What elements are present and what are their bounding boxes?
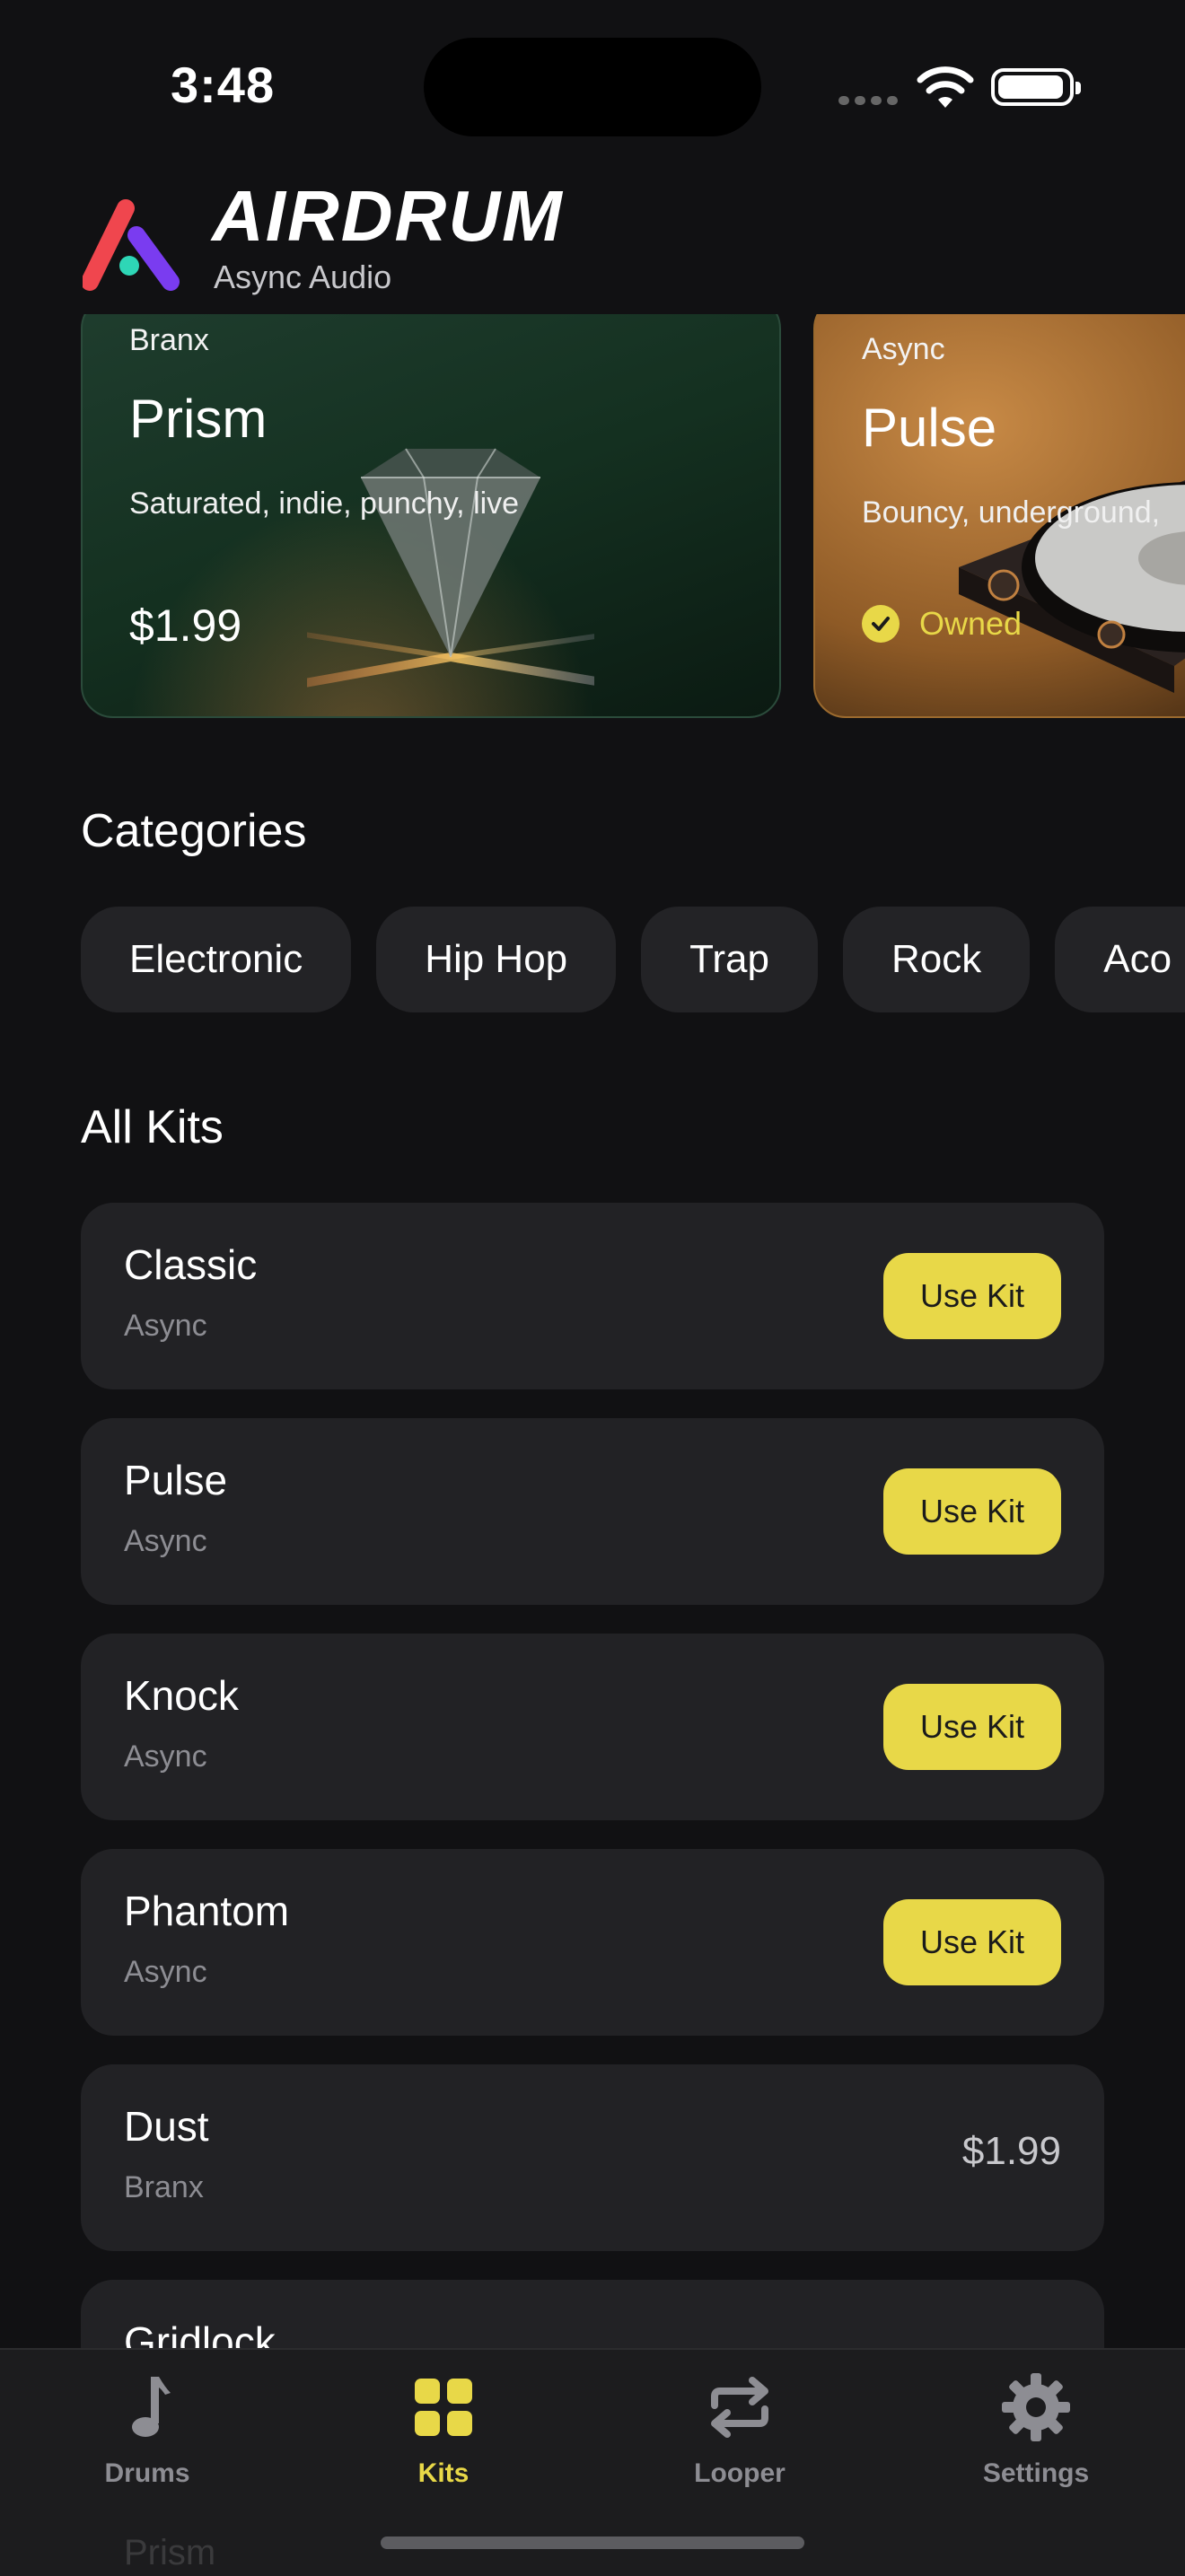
kit-brand: Async [124, 1309, 207, 1343]
use-kit-button[interactable]: Use Kit [883, 1468, 1061, 1555]
kit-row-phantom[interactable]: Phantom Async Use Kit [81, 1849, 1104, 2036]
home-indicator[interactable] [381, 2537, 804, 2549]
use-kit-button[interactable]: Use Kit [883, 1253, 1061, 1339]
owned-badge: Owned [862, 605, 1022, 643]
tab-label: Kits [417, 2458, 470, 2488]
featured-brand: Async [862, 332, 945, 366]
grid-icon [415, 2379, 472, 2436]
kit-name: Knock [124, 1672, 239, 1719]
use-kit-button[interactable]: Use Kit [883, 1684, 1061, 1770]
featured-card-pulse[interactable]: Async Pulse Bouncy, underground, Owned [813, 314, 1185, 718]
featured-title: Pulse [862, 398, 997, 458]
categories-heading: Categories [81, 805, 307, 857]
app-title: AIRDRUM [212, 176, 564, 256]
featured-title: Prism [129, 389, 268, 449]
featured-description: Saturated, indie, punchy, live [129, 486, 520, 521]
tab-drums[interactable]: Drums [57, 2370, 237, 2489]
kit-brand: Branx [124, 2170, 204, 2204]
battery-icon [991, 68, 1081, 106]
wifi-icon [917, 66, 974, 108]
tab-looper[interactable]: Looper [650, 2370, 830, 2489]
tab-label: Drums [104, 2458, 190, 2488]
category-chip-electronic[interactable]: Electronic [81, 907, 352, 1012]
tab-kits[interactable]: Kits [354, 2370, 533, 2489]
featured-brand: Branx [129, 323, 209, 357]
airdrum-logo-icon [83, 199, 180, 291]
list-item-peek: Prism [124, 2533, 216, 2572]
all-kits-heading: All Kits [81, 1101, 224, 1153]
gear-icon [1002, 2373, 1070, 2441]
use-kit-button[interactable]: Use Kit [883, 1899, 1061, 1985]
signal-icon [838, 93, 903, 110]
music-note-icon [132, 2377, 171, 2437]
kit-name: Phantom [124, 1888, 290, 1934]
kit-list: Classic Async Use Kit Pulse Async Use Ki… [81, 1203, 1104, 2495]
kit-row-classic[interactable]: Classic Async Use Kit [81, 1203, 1104, 1389]
tab-settings[interactable]: Settings [946, 2370, 1126, 2489]
tab-label: Settings [982, 2458, 1090, 2488]
category-chip-acoustic[interactable]: Aco [1055, 907, 1185, 1012]
category-chips: Electronic Hip Hop Trap Rock Aco [81, 907, 1185, 1012]
dynamic-island [424, 38, 761, 136]
kit-row-pulse[interactable]: Pulse Async Use Kit [81, 1418, 1104, 1605]
featured-card-prism[interactable]: Branx Prism Saturated, indie, punchy, li… [81, 314, 781, 718]
kit-brand: Async [124, 1524, 207, 1558]
app-subtitle: Async Audio [214, 258, 392, 295]
kit-row-dust[interactable]: Dust Branx $1.99 [81, 2064, 1104, 2251]
featured-carousel[interactable]: Branx Prism Saturated, indie, punchy, li… [0, 314, 1185, 720]
kit-name: Classic [124, 1241, 258, 1288]
repeat-icon [711, 2377, 768, 2438]
kit-row-knock[interactable]: Knock Async Use Kit [81, 1634, 1104, 1820]
status-time: 3:48 [171, 57, 276, 113]
diamond-image [307, 448, 594, 688]
featured-description: Bouncy, underground, [862, 495, 1161, 530]
turntable-image [959, 480, 1185, 693]
kit-brand: Async [124, 1955, 207, 1989]
owned-label: Owned [919, 605, 1023, 642]
featured-price: $1.99 [129, 600, 242, 651]
kit-price: $1.99 [961, 2129, 1061, 2173]
kit-brand: Async [124, 1739, 207, 1774]
checkmark-icon [862, 605, 900, 643]
category-chip-trap[interactable]: Trap [641, 907, 818, 1012]
tab-label: Looper [694, 2458, 786, 2488]
kit-name: Dust [124, 2103, 209, 2150]
kit-name: Pulse [124, 1457, 228, 1503]
category-chip-hip-hop[interactable]: Hip Hop [376, 907, 617, 1012]
category-chip-rock[interactable]: Rock [843, 907, 1031, 1012]
